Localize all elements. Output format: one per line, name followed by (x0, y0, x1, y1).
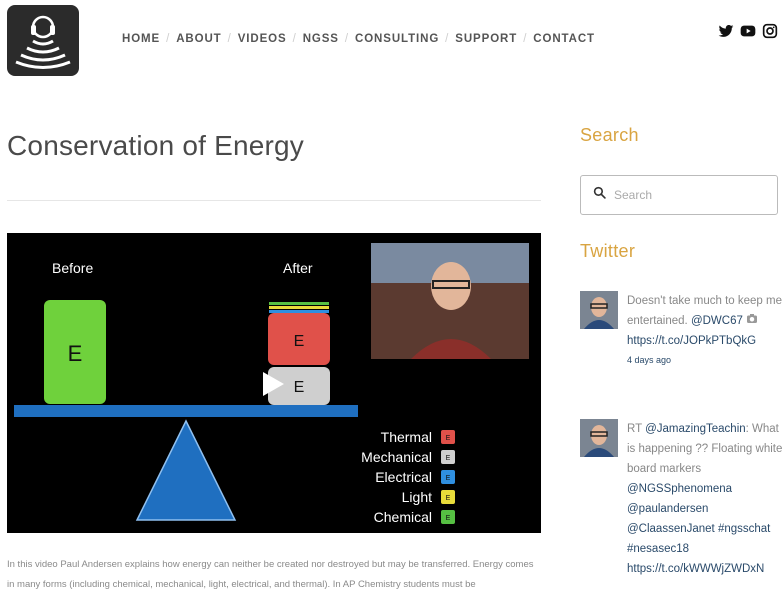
avatar[interactable] (580, 291, 618, 329)
energy-legend: Thermal Mechanical Electrical Light Chem… (361, 429, 432, 525)
after-stripe (269, 302, 329, 305)
nav-consulting[interactable]: CONSULTING (355, 33, 439, 45)
search-input[interactable] (614, 188, 764, 202)
tweet-text: Doesn't take much to keep me entertained… (627, 291, 784, 367)
main-nav: HOME / ABOUT / VIDEOS / NGSS / CONSULTING / S… (122, 33, 595, 45)
search-box (580, 175, 778, 215)
fulcrum (135, 419, 237, 521)
instagram-icon[interactable] (762, 23, 778, 39)
tweet-mention[interactable]: @paulandersen (627, 503, 708, 515)
legend-label: Electrical (375, 469, 432, 485)
swatch-letter: E (446, 515, 451, 522)
nav-separator: / (445, 33, 450, 45)
after-stripe (269, 306, 329, 309)
search-heading: Search (580, 125, 639, 145)
before-energy-letter: E (68, 341, 83, 366)
legend-label: Thermal (381, 429, 432, 445)
legend-swatch-letters: E E E E E (446, 435, 451, 522)
balance-beam (14, 405, 358, 417)
nav-separator: / (166, 33, 171, 45)
nav-separator: / (344, 33, 349, 45)
tweet-link[interactable]: https://t.co/kWWWjZWDxN (627, 563, 764, 575)
tweet-link[interactable]: https://t.co/JOPkPTbQkG (627, 335, 756, 347)
after-label: After (283, 260, 313, 276)
swatch-letter: E (446, 495, 451, 502)
swatch-letter: E (446, 435, 451, 442)
avatar[interactable] (580, 419, 618, 457)
nav-separator: / (523, 33, 528, 45)
headphones-logo-icon (15, 15, 71, 69)
search-icon (593, 186, 606, 204)
tweet-hashtag[interactable]: #nesasec18 (627, 543, 689, 555)
after-energy-letter: E (294, 379, 305, 396)
site-logo[interactable] (7, 5, 79, 76)
before-label: Before (52, 260, 93, 276)
after-energy-letter: E (294, 333, 305, 350)
tweet-hashtag[interactable]: #ngsschat (718, 523, 770, 535)
tweet-text: RT @JamazingTeachin: What is happening ?… (627, 419, 784, 579)
tweet-mention[interactable]: @ClaassenJanet (627, 523, 715, 535)
nav-support[interactable]: SUPPORT (455, 33, 517, 45)
tweet-mention[interactable]: @JamazingTeachin (645, 423, 746, 435)
page-title: Conservation of Energy (7, 130, 305, 161)
presenter-face (431, 262, 471, 310)
tweet-prefix: RT (627, 423, 646, 435)
legend-label: Mechanical (361, 449, 432, 465)
video-frame: Before E After E E Thermal Mechanical El… (14, 243, 529, 525)
video-description: In this video Paul Andersen explains how… (7, 559, 534, 590)
twitter-heading: Twitter (580, 241, 636, 261)
title-divider (7, 200, 541, 201)
nav-separator: / (227, 33, 232, 45)
tweet-mention[interactable]: @DWC67 (691, 315, 743, 327)
tweet-mention[interactable]: @NGSSphenomena (627, 483, 732, 495)
camera-icon (746, 314, 758, 327)
nav-home[interactable]: HOME (122, 33, 160, 45)
nav-videos[interactable]: VIDEOS (238, 33, 287, 45)
nav-contact[interactable]: CONTACT (533, 33, 595, 45)
nav-ngss[interactable]: NGSS (303, 33, 339, 45)
swatch-letter: E (446, 455, 451, 462)
nav-about[interactable]: ABOUT (176, 33, 221, 45)
legend-label: Chemical (374, 509, 432, 525)
youtube-icon[interactable] (740, 23, 756, 39)
twitter-icon[interactable] (718, 23, 734, 39)
swatch-letter: E (446, 475, 451, 482)
video-player[interactable]: Before E After E E Thermal Mechanical El… (7, 233, 541, 533)
nav-separator: / (292, 33, 297, 45)
tweet-timestamp[interactable]: 4 days ago (627, 353, 784, 367)
after-stripe (269, 310, 329, 313)
legend-label: Light (402, 489, 432, 505)
social-links (718, 23, 778, 39)
